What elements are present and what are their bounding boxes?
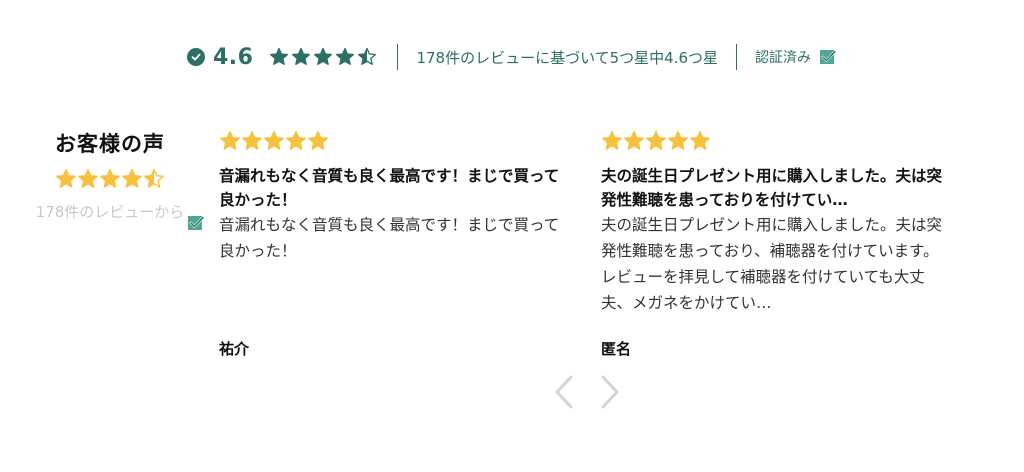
check-circle-icon [186, 48, 205, 66]
review-body: 音漏れもなく音質も良く最高です！まじで買って良かった！ [219, 216, 560, 260]
divider [736, 44, 738, 70]
star-icon [645, 130, 667, 152]
carousel-next-button[interactable] [597, 374, 623, 410]
star-icon [77, 168, 99, 190]
star-icon [601, 130, 623, 152]
section-title: お客様の声 [55, 132, 165, 156]
star-icon [313, 47, 333, 67]
star-icon [263, 130, 285, 152]
review-card[interactable]: 夫の誕生日プレゼント用に購入しました。夫は突発性難聴を患っておりを付けてい… 夫… [601, 130, 951, 358]
summary-text: 178件のレビューに基づいて5つ星中4.6つ星 [416, 48, 719, 67]
summary-star-rating [269, 47, 379, 67]
chevron-right-icon [601, 375, 619, 409]
verified-check-icon [187, 214, 206, 232]
star-icon [623, 130, 645, 152]
star-icon [121, 168, 143, 190]
review-star-rating [219, 130, 569, 152]
review-body: 夫の誕生日プレゼント用に購入しました。夫は突発性難聴を患っており、補聴器を付けて… [601, 216, 943, 312]
star-icon [55, 168, 77, 190]
verified-check-icon [819, 48, 838, 66]
review-title: 夫の誕生日プレゼント用に購入しました。夫は突発性難聴を患っておりを付けてい… [601, 167, 943, 209]
verified-label: 認証済み [755, 50, 812, 66]
aside-star-rating [10, 168, 210, 190]
rating-summary-bar: 4.6 178件のレビューに基づいて5つ星中4.6つ星 認証済み [0, 40, 1024, 74]
star-icon [285, 130, 307, 152]
star-icon [219, 130, 241, 152]
average-rating: 4.6 [212, 44, 254, 70]
star-icon [269, 47, 289, 67]
star-icon [689, 130, 711, 152]
star-icon [241, 130, 263, 152]
review-title: 音漏れもなく音質も良く最高です！まじで買って良かった！ [219, 167, 560, 209]
review-card[interactable]: 音漏れもなく音質も良く最高です！まじで買って良かった！ 音漏れもなく音質も良く最… [219, 130, 569, 358]
star-icon [335, 47, 355, 67]
review-author: 祐介 [219, 340, 250, 358]
star-icon [357, 47, 377, 67]
divider [397, 44, 399, 70]
star-icon [99, 168, 121, 190]
customer-voices-summary: お客様の声 178件のレビューから [10, 128, 210, 224]
review-count: 178件のレビューから [35, 203, 185, 221]
star-icon [291, 47, 311, 67]
carousel-prev-button[interactable] [551, 374, 577, 410]
review-author: 匿名 [601, 340, 632, 358]
star-icon [667, 130, 689, 152]
chevron-left-icon [555, 375, 573, 409]
review-star-rating [601, 130, 951, 152]
star-icon [307, 130, 329, 152]
star-icon [143, 168, 165, 190]
